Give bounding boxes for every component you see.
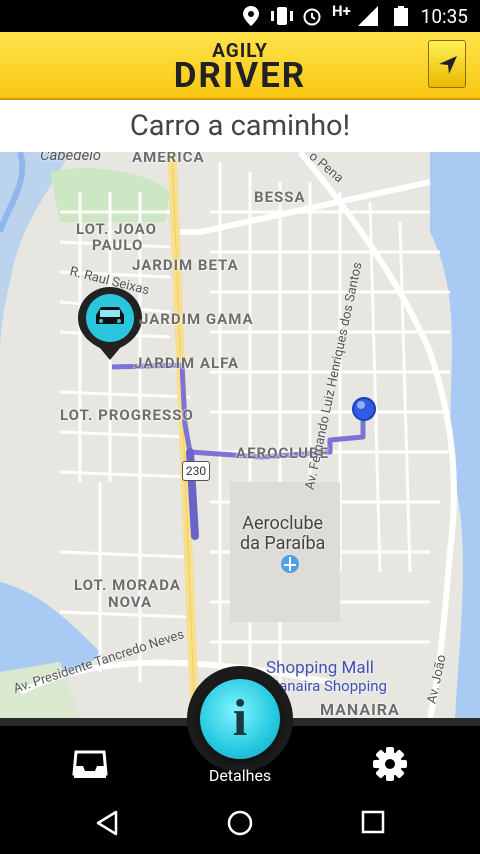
map-view[interactable]: Cabedelo AMERICA o Pena BESSA LOT. JOAO … [0,152,480,718]
map-label-cabedelo: Cabedelo [40,152,102,164]
recents-icon[interactable] [361,810,385,834]
map-label-jardim-beta: JARDIM BETA [132,256,239,274]
poi-aeroclube-line-2: da Paraíba [240,533,326,554]
battery-icon [394,6,408,26]
logo-bottom-text: DRIVER [173,55,307,96]
map-label-jardim-alfa: JARDIM ALFA [134,354,240,372]
location-icon [243,6,259,26]
home-icon[interactable] [227,810,253,836]
inbox-button[interactable] [70,748,110,784]
clock: 10:35 [420,5,468,28]
map-label-morada-nova-2: NOVA [108,593,153,611]
inbox-icon [72,750,108,778]
map-label-joao-paulo-2: PAULO [92,236,144,254]
map-label-america: AMERICA [132,152,205,166]
back-icon[interactable] [94,810,120,836]
poi-aeroclube-line-1: Aeroclube [242,513,324,534]
settings-button[interactable] [370,744,410,784]
map-label-bessa: BESSA [254,188,306,206]
alarm-icon [303,8,321,26]
info-icon: i [200,679,280,759]
map-label-manaira: MANAIRA [320,700,400,718]
app-header: AGILY DRIVER [0,32,480,100]
navigate-button[interactable] [428,40,466,88]
map-poi-aeroclube-paraiba: Aeroclube da Paraíba [240,514,325,554]
details-button[interactable]: i [187,666,293,772]
vibrate-icon [271,7,293,25]
poi-shopping-line-1: Shopping Mall [266,658,374,678]
status-bar: H+ 10:35 [0,0,480,32]
map-label-progresso: LOT. PROGRESSO [60,406,194,424]
details-label: Detalhes [208,766,272,785]
trip-status-message: Carro a caminho! [0,100,480,152]
highway-shield-230: 230 [182,461,210,481]
map-canvas [0,152,480,718]
system-navigation-bar [0,790,480,854]
network-type: H+ [332,2,351,20]
navigation-arrow-icon [439,56,457,74]
map-label-morada-nova-1: LOT. MORADA [74,576,181,594]
map-label-jardim-gama: JARDIM GAMA [140,310,254,328]
signal-icon [358,6,378,26]
gear-icon [373,747,407,781]
